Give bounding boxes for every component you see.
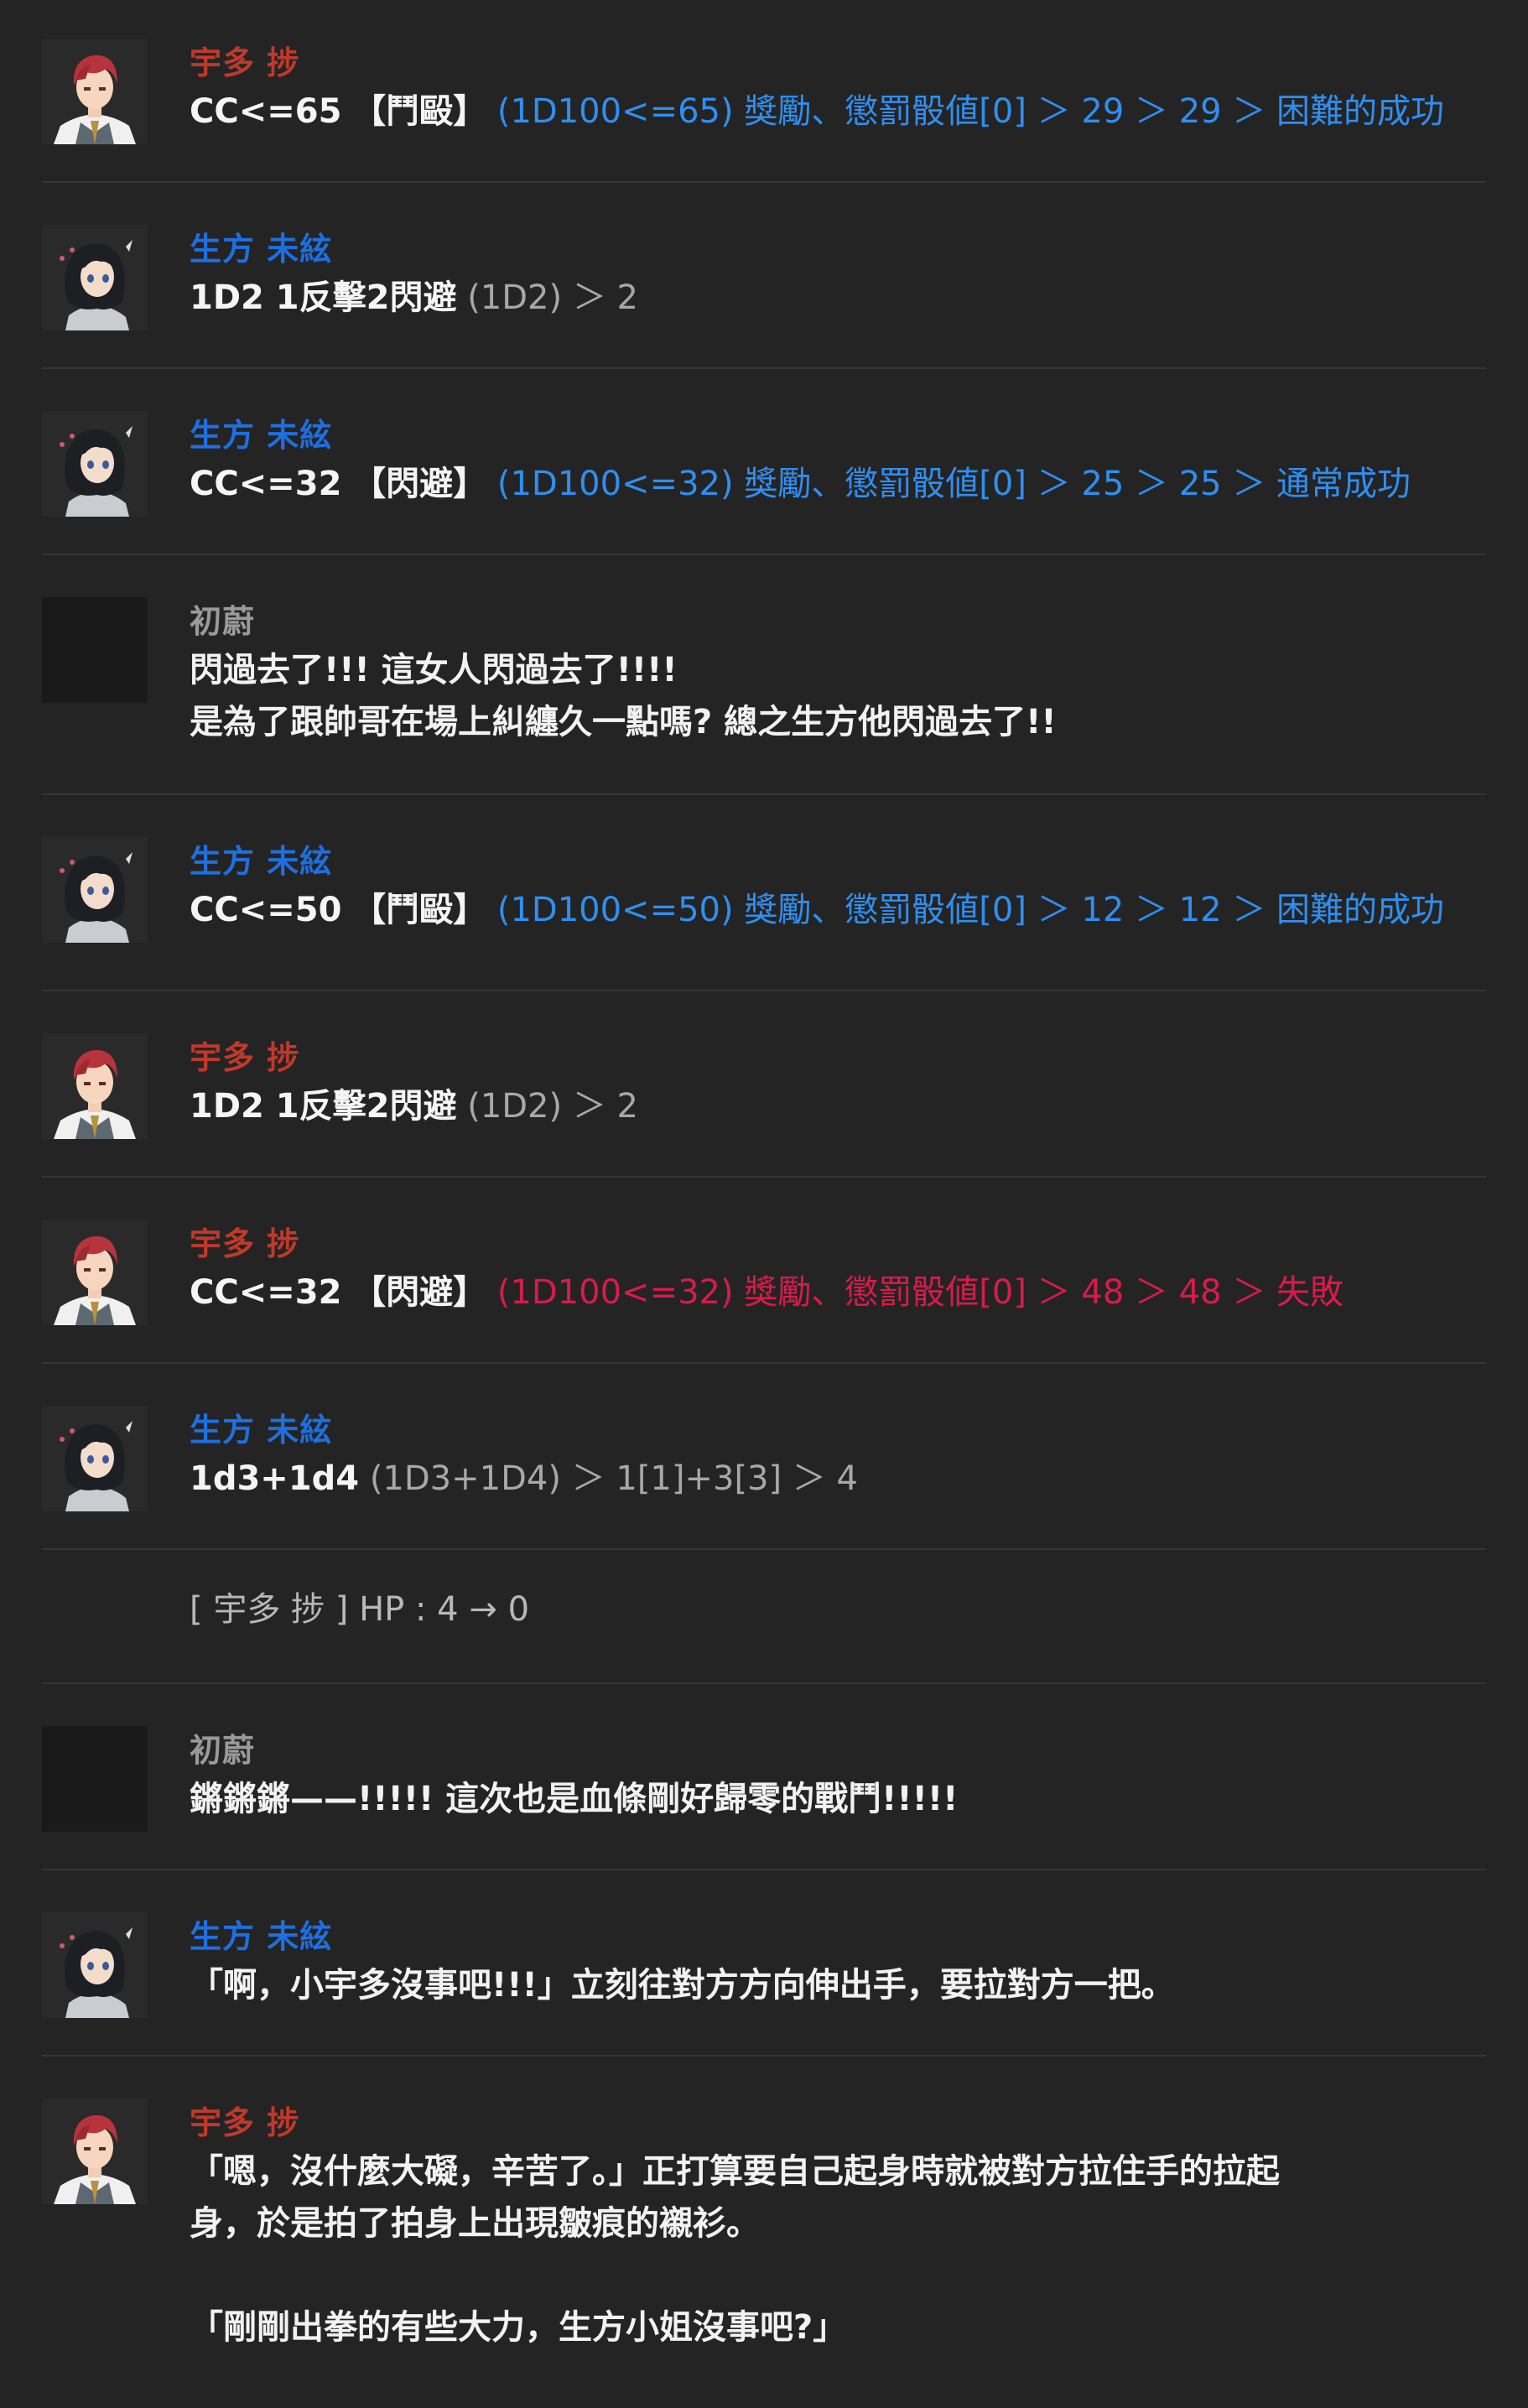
divider — [42, 554, 1486, 555]
chat-log: 宇多 捗 CC<=65 【鬥毆】 (1D100<=65) 獎勵、懲罰骰値[0] … — [0, 0, 1528, 2408]
roll-result: (1D100<=32) 獎勵、懲罰骰値[0] ＞ 48 ＞ 48 ＞ 失敗 — [496, 1273, 1344, 1312]
chat-message: 初蔚 閃過去了!!! 這女人閃過去了!!!! 是為了跟帥哥在場上糾纏久一點嗎? … — [42, 592, 1486, 760]
dice-command: CC<=50 — [190, 891, 342, 929]
message-text: 「啊，小宇多沒事吧!!!」立刻往對方方向伸出手，要拉對方一把。 — [190, 1959, 1175, 2011]
skill-label: 【鬥毆】 — [352, 891, 487, 929]
dice-command: CC<=65 — [190, 92, 342, 131]
chat-message: 宇多 捗 1D2 1反擊2閃避 (1D2) ＞ 2 — [42, 1028, 1486, 1146]
blank-avatar-icon — [42, 597, 148, 703]
message-line: 鏘鏘鏘——!!!!! 這次也是血條剛好歸零的戰鬥!!!!! — [190, 1780, 959, 1818]
message-text: 1d3+1d4 (1D3+1D4) ＞ 1[1]+3[3] ＞ 4 — [190, 1453, 858, 1505]
system-message: [ 宇多 捗 ] HP : 4 → 0 — [42, 1573, 1486, 1654]
message-line: 「嗯，沒什麼大礙，辛苦了。」正打算要自己起身時就被對方拉住手的拉起 — [190, 2152, 1280, 2191]
message-text: 1D2 1反擊2閃避 (1D2) ＞ 2 — [190, 1080, 638, 1132]
speaker-name: 生方 未絃 — [190, 417, 333, 454]
roll-result: (1D100<=65) 獎勵、懲罰骰値[0] ＞ 29 ＞ 29 ＞ 困難的成功 — [496, 92, 1445, 131]
dice-command: CC<=32 — [190, 465, 342, 503]
chat-message: 生方 未絃 CC<=50 【鬥毆】 (1D100<=50) 獎勵、懲罰骰値[0]… — [42, 832, 1486, 949]
message-text: CC<=50 【鬥毆】 (1D100<=50) 獎勵、懲罰骰値[0] ＞ 12 … — [190, 884, 1444, 936]
divider — [42, 990, 1486, 991]
roll-result: (1D2) ＞ 2 — [467, 278, 638, 317]
dice-command: 1D2 1反擊2閃避 — [190, 1087, 457, 1126]
skill-label: 【閃避】 — [352, 1273, 487, 1312]
skill-label: 【鬥毆】 — [352, 92, 487, 131]
chat-message: 宇多 捗 「嗯，沒什麼大礙，辛苦了。」正打算要自己起身時就被對方拉住手的拉起 身… — [42, 2093, 1486, 2370]
chat-message: 初蔚 鏘鏘鏘——!!!!! 這次也是血條剛好歸零的戰鬥!!!!! — [42, 1721, 1486, 1839]
chat-message: 生方 未絃 CC<=32 【閃避】 (1D100<=32) 獎勵、懲罰骰値[0]… — [42, 406, 1486, 523]
message-line: 「剛剛出拳的有些大力，生方小姐沒事吧?」 — [190, 2308, 847, 2347]
roll-result: (1D100<=32) 獎勵、懲罰骰値[0] ＞ 25 ＞ 25 ＞ 通常成功 — [496, 465, 1411, 503]
blank-avatar-icon — [42, 1726, 148, 1832]
divider — [42, 1362, 1486, 1364]
skill-label: 【閃避】 — [352, 465, 487, 503]
black-haired-woman-avatar-icon — [42, 837, 148, 943]
black-haired-woman-avatar-icon — [42, 411, 148, 517]
message-text: 鏘鏘鏘——!!!!! 這次也是血條剛好歸零的戰鬥!!!!! — [190, 1773, 958, 1825]
divider — [42, 181, 1486, 183]
speaker-name: 宇多 捗 — [190, 1225, 300, 1262]
black-haired-woman-avatar-icon — [42, 1912, 148, 2018]
speaker-name: 宇多 捗 — [190, 44, 300, 81]
message-text: CC<=32 【閃避】 (1D100<=32) 獎勵、懲罰骰値[0] ＞ 48 … — [190, 1266, 1343, 1318]
message-line: 身，於是拍了拍身上出現皺痕的襯衫。 — [190, 2204, 760, 2243]
divider — [42, 793, 1486, 795]
divider — [42, 1548, 1486, 1550]
roll-result: (1D100<=50) 獎勵、懲罰骰値[0] ＞ 12 ＞ 12 ＞ 困難的成功 — [496, 891, 1445, 929]
divider — [42, 367, 1486, 369]
speaker-name: 宇多 捗 — [190, 2104, 300, 2141]
speaker-name: 生方 未絃 — [190, 231, 333, 268]
speaker-name: 宇多 捗 — [190, 1039, 300, 1076]
chat-message: 宇多 捗 CC<=65 【鬥毆】 (1D100<=65) 獎勵、懲罰骰値[0] … — [42, 34, 1486, 151]
roll-result: (1D2) ＞ 2 — [467, 1087, 638, 1126]
divider — [42, 1869, 1486, 1870]
dice-command: 1d3+1d4 — [190, 1459, 360, 1498]
dice-command: CC<=32 — [190, 1273, 342, 1312]
red-haired-man-avatar-icon — [42, 1220, 148, 1325]
black-haired-woman-avatar-icon — [42, 1406, 148, 1511]
red-haired-man-avatar-icon — [42, 2099, 148, 2204]
black-haired-woman-avatar-icon — [42, 225, 148, 330]
chat-message: 生方 未絃 「啊，小宇多沒事吧!!!」立刻往對方方向伸出手，要拉對方一把。 — [42, 1907, 1486, 2025]
message-text: CC<=32 【閃避】 (1D100<=32) 獎勵、懲罰骰値[0] ＞ 25 … — [190, 458, 1411, 510]
chat-message: 宇多 捗 CC<=32 【閃避】 (1D100<=32) 獎勵、懲罰骰値[0] … — [42, 1214, 1486, 1332]
hp-change-text: [ 宇多 捗 ] HP : 4 → 0 — [190, 1590, 530, 1629]
speaker-name: 初蔚 — [190, 603, 256, 640]
speaker-name: 生方 未絃 — [190, 1918, 333, 1955]
divider — [42, 2055, 1486, 2057]
speaker-name: 初蔚 — [190, 1732, 256, 1769]
divider — [42, 1176, 1486, 1178]
message-line: 閃過去了!!! 這女人閃過去了!!!! — [190, 651, 678, 689]
message-text: 「嗯，沒什麼大礙，辛苦了。」正打算要自己起身時就被對方拉住手的拉起 身，於是拍了… — [190, 2145, 1280, 2353]
message-text: 閃過去了!!! 這女人閃過去了!!!! 是為了跟帥哥在場上糾纏久一點嗎? 總之生… — [190, 644, 1057, 748]
message-text: 1D2 1反擊2閃避 (1D2) ＞ 2 — [190, 272, 638, 324]
dice-command: 1D2 1反擊2閃避 — [190, 278, 457, 317]
red-haired-man-avatar-icon — [42, 39, 148, 144]
message-text: CC<=65 【鬥毆】 (1D100<=65) 獎勵、懲罰骰値[0] ＞ 29 … — [190, 86, 1444, 138]
speaker-name: 生方 未絃 — [190, 843, 333, 880]
speaker-name: 生方 未絃 — [190, 1412, 333, 1448]
message-line: 「啊，小宇多沒事吧!!!」立刻往對方方向伸出手，要拉對方一把。 — [190, 1966, 1175, 2005]
red-haired-man-avatar-icon — [42, 1033, 148, 1139]
roll-result: (1D3+1D4) ＞ 1[1]+3[3] ＞ 4 — [369, 1459, 858, 1498]
divider — [42, 1682, 1486, 1684]
chat-message: 生方 未絃 1D2 1反擊2閃避 (1D2) ＞ 2 — [42, 220, 1486, 337]
chat-message: 生方 未絃 1d3+1d4 (1D3+1D4) ＞ 1[1]+3[3] ＞ 4 — [42, 1401, 1486, 1518]
message-line: 是為了跟帥哥在場上糾纏久一點嗎? 總之生方他閃過去了!! — [190, 703, 1057, 741]
